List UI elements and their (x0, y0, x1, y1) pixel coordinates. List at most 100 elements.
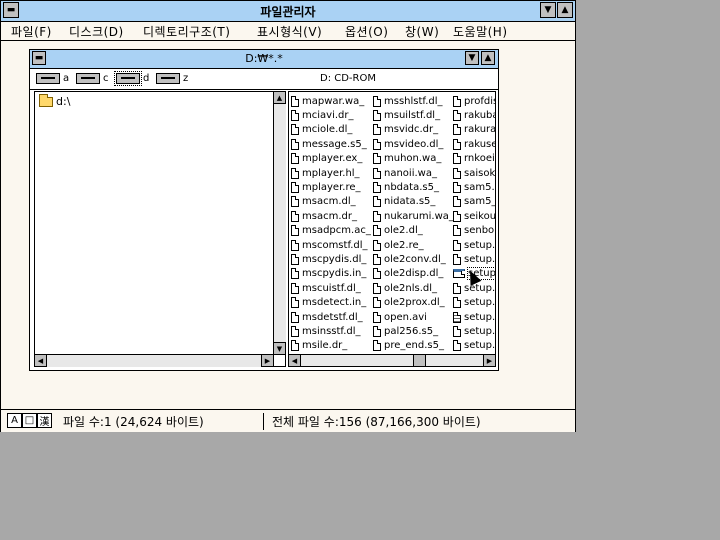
menu-disk[interactable]: 디스크(D) (69, 23, 124, 40)
directory-tree: d:\ ▲ ▼ ◀ ▶ (34, 91, 286, 367)
file-item[interactable]: mscpydis.in_ (291, 267, 366, 281)
file-item[interactable]: pal256.s5_ (373, 324, 438, 338)
file-name: mplayer.ex_ (302, 153, 363, 165)
file-name: msvidc.dr_ (384, 124, 439, 136)
file-icon (291, 325, 299, 337)
drive-d[interactable]: d (114, 71, 149, 86)
file-item[interactable]: msvideo.dl_ (373, 137, 443, 151)
file-item[interactable]: msshlstf.dl_ (373, 94, 443, 108)
ime-indicator[interactable]: A □ 漢 (7, 413, 52, 428)
menu-file[interactable]: 파일(F) (11, 23, 52, 40)
file-item[interactable]: saisoku.wa_ (453, 166, 495, 180)
tree-root[interactable]: d:\ (39, 93, 71, 108)
drive-a[interactable]: a (36, 73, 69, 84)
file-item[interactable]: sam5_pk.ico (453, 195, 495, 209)
file-item[interactable]: msdetstf.dl_ (291, 310, 363, 324)
file-icon (453, 325, 461, 337)
file-item[interactable]: msvidc.dr_ (373, 123, 438, 137)
file-item[interactable]: mscuistf.dl_ (291, 281, 361, 295)
file-name: ole2.dl_ (384, 225, 423, 237)
file-item[interactable]: setup.dat (453, 252, 495, 266)
tree-scroll-up-button[interactable]: ▲ (273, 91, 286, 104)
menu-window[interactable]: 창(W) (405, 23, 439, 40)
title-bar[interactable]: ▬ 파일관리자 ▼ ▲ (1, 1, 575, 22)
tree-scroll-left-button[interactable]: ◀ (34, 354, 47, 367)
file-item[interactable]: msuilstf.dl_ (373, 108, 440, 122)
file-item[interactable]: ole2nls.dl_ (373, 281, 437, 295)
file-item[interactable]: sam5.ex_ (453, 180, 495, 194)
file-item[interactable]: mapwar.wa_ (291, 94, 364, 108)
ime-english-icon[interactable]: A (7, 413, 22, 428)
maximize-button[interactable]: ▲ (557, 2, 573, 18)
files-scroll-thumb[interactable] (413, 354, 426, 366)
file-item[interactable]: rakuba.wa_ (453, 108, 495, 122)
file-icon (453, 95, 461, 107)
file-item[interactable]: setup.mst (453, 339, 495, 353)
file-item[interactable]: mplayer.ex_ (291, 152, 362, 166)
file-item[interactable]: msadpcm.ac_ (291, 224, 371, 238)
file-item[interactable]: setup.bin (453, 238, 495, 252)
file-name: setup.inf (464, 297, 496, 309)
file-name: mscpydis.dl_ (302, 253, 367, 265)
file-item[interactable]: msinsstf.dl_ (291, 324, 361, 338)
file-item[interactable]: nanoii.wa_ (373, 166, 437, 180)
file-item[interactable]: message.s5_ (291, 137, 367, 151)
file-item[interactable]: ole2.dl_ (373, 224, 423, 238)
child-minimize-button[interactable]: ▼ (465, 51, 479, 65)
file-item[interactable]: setup.lst (453, 324, 495, 338)
file-item[interactable]: ole2disp.dl_ (373, 267, 443, 281)
menu-tree[interactable]: 디렉토리구조(T) (143, 23, 230, 40)
file-item[interactable]: msdetect.in_ (291, 296, 366, 310)
file-item[interactable]: msacm.dr_ (291, 209, 357, 223)
file-item[interactable]: senboku.wa_ (453, 224, 495, 238)
file-item[interactable]: pre_end.s5_ (373, 339, 444, 353)
file-item[interactable]: nidata.s5_ (373, 195, 435, 209)
ime-width-icon[interactable]: □ (22, 413, 37, 428)
tree-scroll-down-button[interactable]: ▼ (273, 342, 286, 355)
ime-hanja-icon[interactable]: 漢 (37, 413, 52, 428)
files-scroll-right-button[interactable]: ▶ (483, 354, 495, 366)
file-item[interactable]: mscpydis.dl_ (291, 252, 366, 266)
menu-view[interactable]: 표시형식(V) (257, 23, 322, 40)
file-icon (373, 340, 381, 352)
menu-bar: 파일(F) 디스크(D) 디렉토리구조(T) 표시형식(V) 옵션(O) 창(W… (1, 22, 575, 41)
file-item[interactable]: nukarumi.wa_ (373, 209, 454, 223)
drive-c[interactable]: c (76, 73, 109, 84)
file-item[interactable]: profdisp.ex_ (453, 94, 495, 108)
file-item[interactable]: open.avi (373, 310, 427, 324)
file-icon (373, 109, 381, 121)
menu-help[interactable]: 도움말(H) (453, 23, 508, 40)
child-maximize-button[interactable]: ▲ (481, 51, 495, 65)
tree-root-label: d:\ (56, 95, 71, 108)
file-item[interactable]: rakuseki.wa_ (453, 137, 495, 151)
files-horizontal-scrollbar[interactable]: ◀ ▶ (289, 354, 495, 366)
minimize-button[interactable]: ▼ (540, 2, 556, 18)
file-item[interactable]: mscomstf.dl_ (291, 238, 368, 252)
tree-vertical-scrollbar[interactable]: ▲ ▼ (273, 91, 286, 355)
directory-title-bar[interactable]: ▬ D:₩*.* ▼ ▲ (30, 50, 498, 69)
tree-scroll-right-button[interactable]: ▶ (261, 354, 274, 367)
file-item[interactable]: mplayer.re_ (291, 180, 360, 194)
file-item[interactable]: msacm.dl_ (291, 195, 356, 209)
file-item[interactable]: setup.ini (453, 310, 495, 324)
file-item[interactable]: muhon.wa_ (373, 152, 441, 166)
file-item[interactable]: rnkoei.bin (453, 152, 495, 166)
menu-options[interactable]: 옵션(O) (345, 23, 388, 40)
tree-horizontal-scrollbar[interactable]: ◀ ▶ (34, 354, 274, 367)
file-item[interactable]: rakurai.wa_ (453, 123, 495, 137)
file-item[interactable]: nbdata.s5_ (373, 180, 439, 194)
file-item[interactable]: mciole.dl_ (291, 123, 352, 137)
file-item[interactable]: mciavi.dr_ (291, 108, 353, 122)
file-item[interactable]: mplayer.hl_ (291, 166, 360, 180)
file-icon (453, 153, 461, 165)
file-item[interactable]: ole2.re_ (373, 238, 424, 252)
file-item[interactable]: setup.inf (453, 296, 496, 310)
file-item[interactable]: ole2conv.dl_ (373, 252, 446, 266)
file-icon (291, 282, 299, 294)
files-scroll-left-button[interactable]: ◀ (289, 354, 301, 366)
file-item[interactable]: msile.dr_ (291, 339, 347, 353)
file-item[interactable]: ole2prox.dl_ (373, 296, 445, 310)
file-item[interactable]: seikou.wa_ (453, 209, 495, 223)
drive-z[interactable]: z (156, 73, 188, 84)
file-icon (453, 282, 461, 294)
